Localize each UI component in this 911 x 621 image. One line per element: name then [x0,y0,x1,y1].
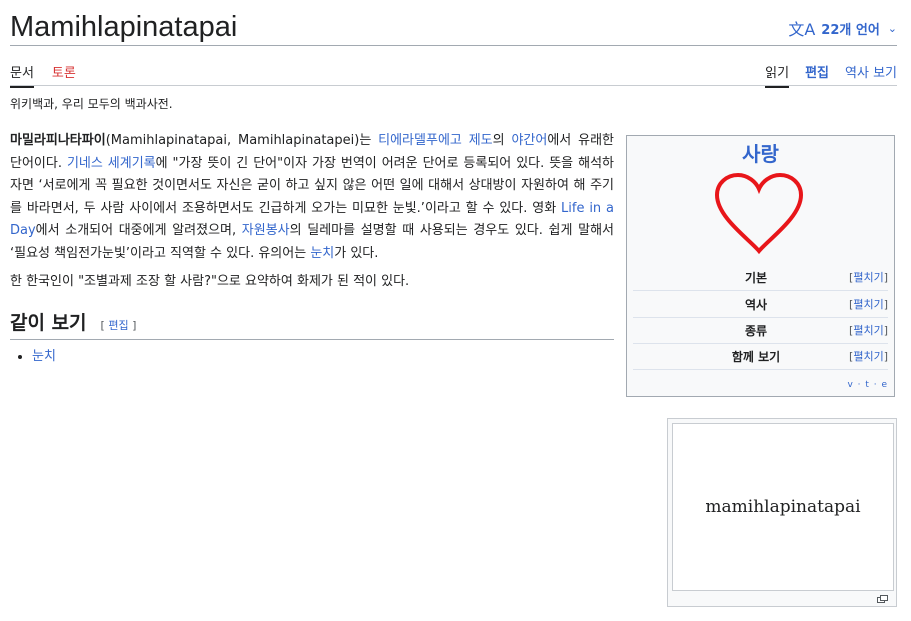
image-thumbnail: mamihlapinatapai [667,418,897,607]
title-divider [10,45,897,46]
expand-toggle-link[interactable]: 펼치기 [853,350,883,363]
navbox-toggle: [펼치기] [849,322,888,338]
text-span: 의 [492,133,512,148]
expand-toggle-link[interactable]: 펼치기 [853,298,883,311]
text-span: 에서 소개되어 대중에게 알려졌으며, [35,223,242,238]
toggle-bracket: ] [883,271,888,284]
navbox-row-label: 역사 [744,297,768,312]
site-tagline: 위키백과, 우리 모두의 백과사전. [10,97,173,111]
toggle-bracket: ] [883,298,888,311]
chevron-down-icon: ⌄ [887,21,897,35]
paragraph-intro: 마밀라피나타파이(Mamihlapinatapai, Mamihlapinata… [10,130,614,265]
navbox-title[interactable]: 사랑 [627,138,894,167]
navbox-row-label: 종류 [744,323,768,338]
expand-toggle-link[interactable]: 펼치기 [853,324,883,337]
link-tierra-del-fuego[interactable]: 티에라델푸에고 제도 [378,133,493,148]
expand-toggle-link[interactable]: 펼치기 [853,271,883,284]
term-bold: 마밀라피나타파이 [10,133,106,148]
navbox-vte-links[interactable]: v · t · e [847,380,888,390]
list-item: 눈치 [32,346,614,369]
link-nunchi[interactable]: 눈치 [310,246,334,261]
link-guinness[interactable]: 기네스 세계기록 [67,156,156,171]
link-volunteering[interactable]: 자원봉사 [242,223,290,238]
edit-bracket-close: ] [128,318,137,332]
navbox-row-see-also: 함께 보기 [펼치기] [633,343,888,370]
thumbnail-image-text: mamihlapinatapai [705,497,861,517]
toggle-bracket: ] [883,350,888,363]
enlarge-icon[interactable] [877,595,888,603]
tabs-divider [10,85,897,86]
navbox-row-basic: 기본 [펼치기] [633,264,888,291]
navbox-toggle: [펼치기] [849,269,888,285]
section-edit: [ 편집 ] [101,315,137,338]
love-navbox: 사랑 기본 [펼치기] 역사 [펼치기] 종류 [펼치기] 함께 보기 [펼치기… [626,135,895,397]
heart-icon [714,173,804,255]
navbox-row-label: 함께 보기 [731,349,781,364]
navbox-row-label: 기본 [744,270,768,285]
navbox-row-history: 역사 [펼치기] [633,291,888,318]
see-also-link-nunchi[interactable]: 눈치 [32,349,56,364]
heart-outline [714,173,804,255]
link-yaghan[interactable]: 야간어 [511,133,547,148]
section-heading-see-also: 같이 보기 [ 편집 ] [10,311,614,340]
section-heading-label: 같이 보기 [10,311,87,334]
navbox-row-types: 종류 [펼치기] [633,317,888,344]
text-span: (Mamihlapinatapai, Mamihlapinatapei)는 [105,133,379,148]
toggle-bracket: ] [883,324,888,337]
navbox-toggle: [펼치기] [849,296,888,312]
translate-icon: 文A [788,20,816,39]
navbox-toggle: [펼치기] [849,348,888,364]
thumbnail-image[interactable]: mamihlapinatapai [672,423,894,591]
language-button[interactable]: 文A 22개 언어 ⌄ [788,16,897,40]
see-also-list: 눈치 [10,346,614,369]
article-body: 마밀라피나타파이(Mamihlapinatapai, Mamihlapinata… [10,130,614,369]
page-title: Mamihlapinatapai [10,11,238,43]
paragraph-second: 한 한국인이 "조별과제 조장 할 사람?"으로 요약하여 화제가 된 적이 있… [10,274,410,289]
section-edit-link[interactable]: 편집 [108,319,128,332]
language-button-label: 22개 언어 [821,22,880,38]
text-span: 가 있다. [334,245,379,261]
